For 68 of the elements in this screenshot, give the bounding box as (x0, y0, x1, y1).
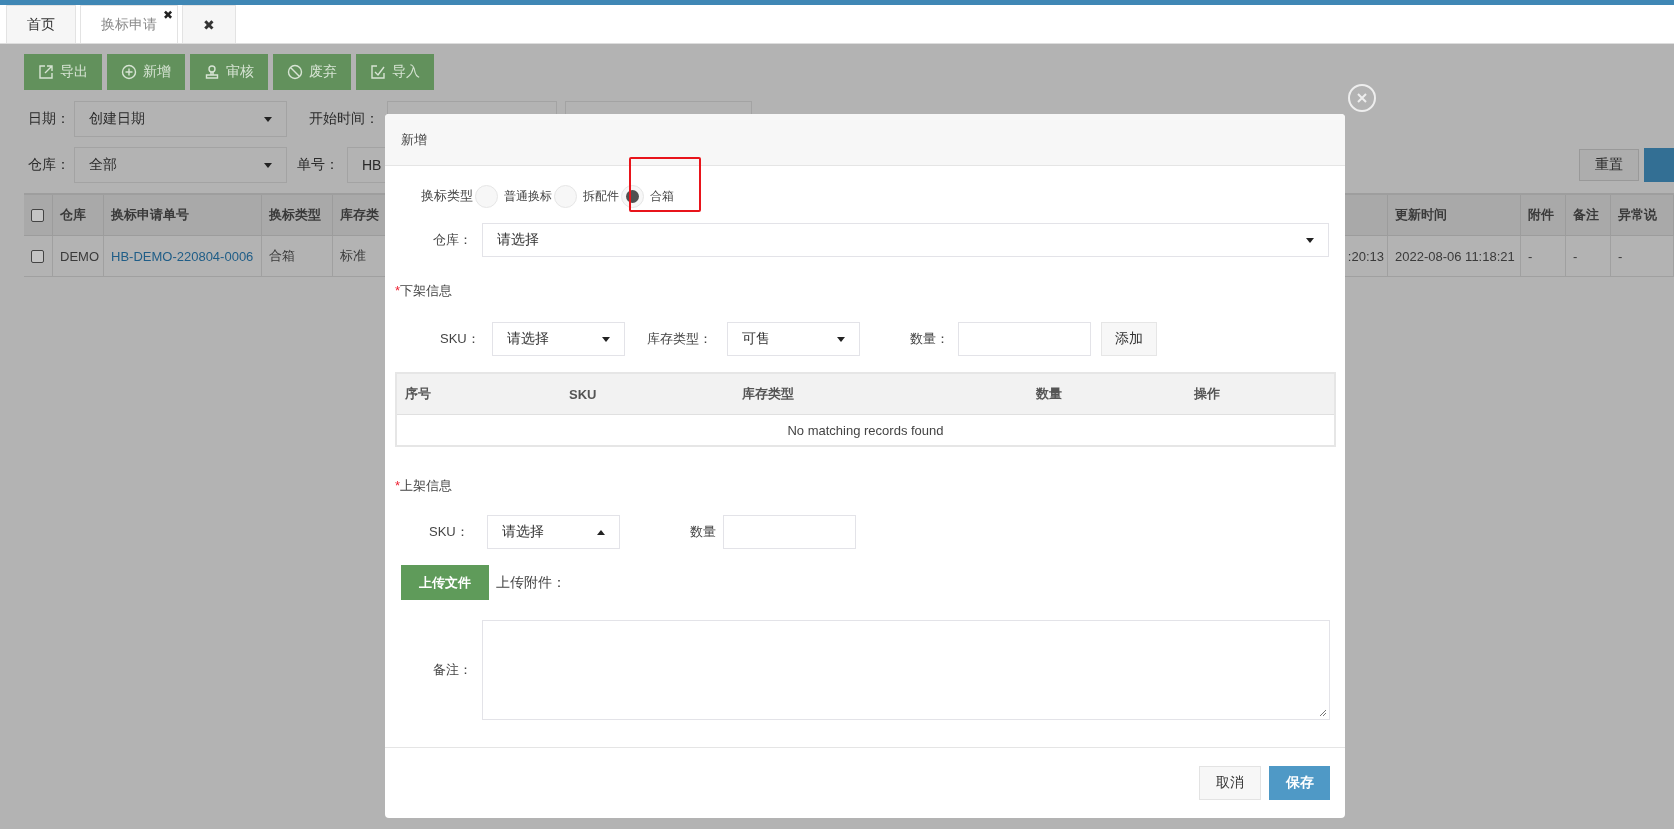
field-label: SKU： (429, 523, 470, 541)
stamp-icon (204, 64, 220, 80)
column-header: 序号 (404, 385, 432, 403)
filter-label: 开始时间： (309, 110, 379, 128)
radio-button[interactable] (554, 184, 577, 208)
column-header: 换标类型 (262, 195, 333, 236)
radio-button[interactable] (475, 184, 498, 208)
warehouse-select[interactable]: 全部 (74, 147, 287, 183)
radio-label: 普通换标 (504, 187, 552, 205)
table-cell: 2022-08-06 11:18:21 (1388, 236, 1521, 277)
radio-label: 拆配件 (583, 187, 619, 205)
reset-button[interactable]: 重置 (1579, 149, 1639, 181)
section-title: *下架信息 (395, 283, 453, 298)
section-title: *上架信息 (395, 478, 453, 493)
table-cell: - (1566, 236, 1611, 277)
column-header: 仓库 (53, 195, 104, 236)
field-label: 备注： (432, 661, 472, 679)
empty-message: No matching records found (787, 422, 944, 438)
table-cell: - (1521, 236, 1566, 277)
table-cell: DEMO (53, 236, 104, 277)
checkbox[interactable] (31, 249, 44, 263)
resize-grip-icon[interactable] (1319, 709, 1327, 717)
search-button[interactable] (1644, 148, 1674, 182)
field-label: 仓库： (432, 231, 472, 249)
close-icon[interactable] (1347, 83, 1377, 113)
quantity-field[interactable] (723, 515, 856, 549)
field-label: 上传附件： (496, 573, 566, 592)
column-header: 更新时间 (1388, 195, 1521, 236)
field-label: 库存类型： (647, 330, 713, 348)
dialog-title: 新增 (401, 130, 427, 149)
date-select[interactable]: 创建日期 (74, 101, 287, 137)
tab-close-button[interactable]: ✖ (162, 8, 173, 22)
column-header: 异常说 (1611, 195, 1674, 236)
field-label: 换标类型 (421, 187, 473, 205)
column-header: 操作 (1193, 385, 1221, 403)
filter-label: 日期： (28, 110, 71, 128)
radio-label: 合箱 (650, 187, 674, 205)
page-tab[interactable]: 首页 (6, 5, 76, 43)
field-label: SKU： (440, 330, 481, 348)
add-button[interactable]: 添加 (1101, 322, 1157, 356)
stock-type-select[interactable]: 可售 (727, 322, 860, 356)
column-header: 换标申请单号 (104, 195, 262, 236)
checkbox[interactable] (31, 208, 44, 222)
ban-icon (287, 64, 303, 80)
page-tab[interactable]: 换标申请 ✖ (80, 5, 178, 43)
column-header: SKU (568, 385, 598, 404)
column-header: 附件 (1521, 195, 1566, 236)
field-label: 数量： (910, 330, 950, 348)
table-cell: - (1611, 236, 1674, 277)
warehouse-select[interactable]: 请选择 (482, 223, 1329, 257)
column-header: 库存类型 (741, 385, 795, 403)
sku-select[interactable]: 请选择 (487, 515, 620, 549)
filter-label: 仓库： (28, 156, 71, 174)
cancel-button[interactable]: 取消 (1199, 766, 1261, 800)
remark-field[interactable] (482, 620, 1330, 720)
filter-label: 单号： (297, 156, 339, 174)
column-header: 数量 (1035, 385, 1063, 403)
table-cell: 合箱 (262, 236, 333, 277)
import-icon (370, 64, 386, 80)
highlight-box (629, 157, 701, 212)
page-tab[interactable]: ✖ (182, 5, 236, 43)
field-label: 数量 (690, 523, 717, 541)
plus-circle-icon (121, 64, 137, 80)
sku-select[interactable]: 请选择 (492, 322, 625, 356)
radio-button[interactable] (621, 184, 644, 208)
export-icon (38, 64, 54, 80)
quantity-field[interactable] (958, 322, 1091, 356)
column-header: 备注 (1566, 195, 1611, 236)
